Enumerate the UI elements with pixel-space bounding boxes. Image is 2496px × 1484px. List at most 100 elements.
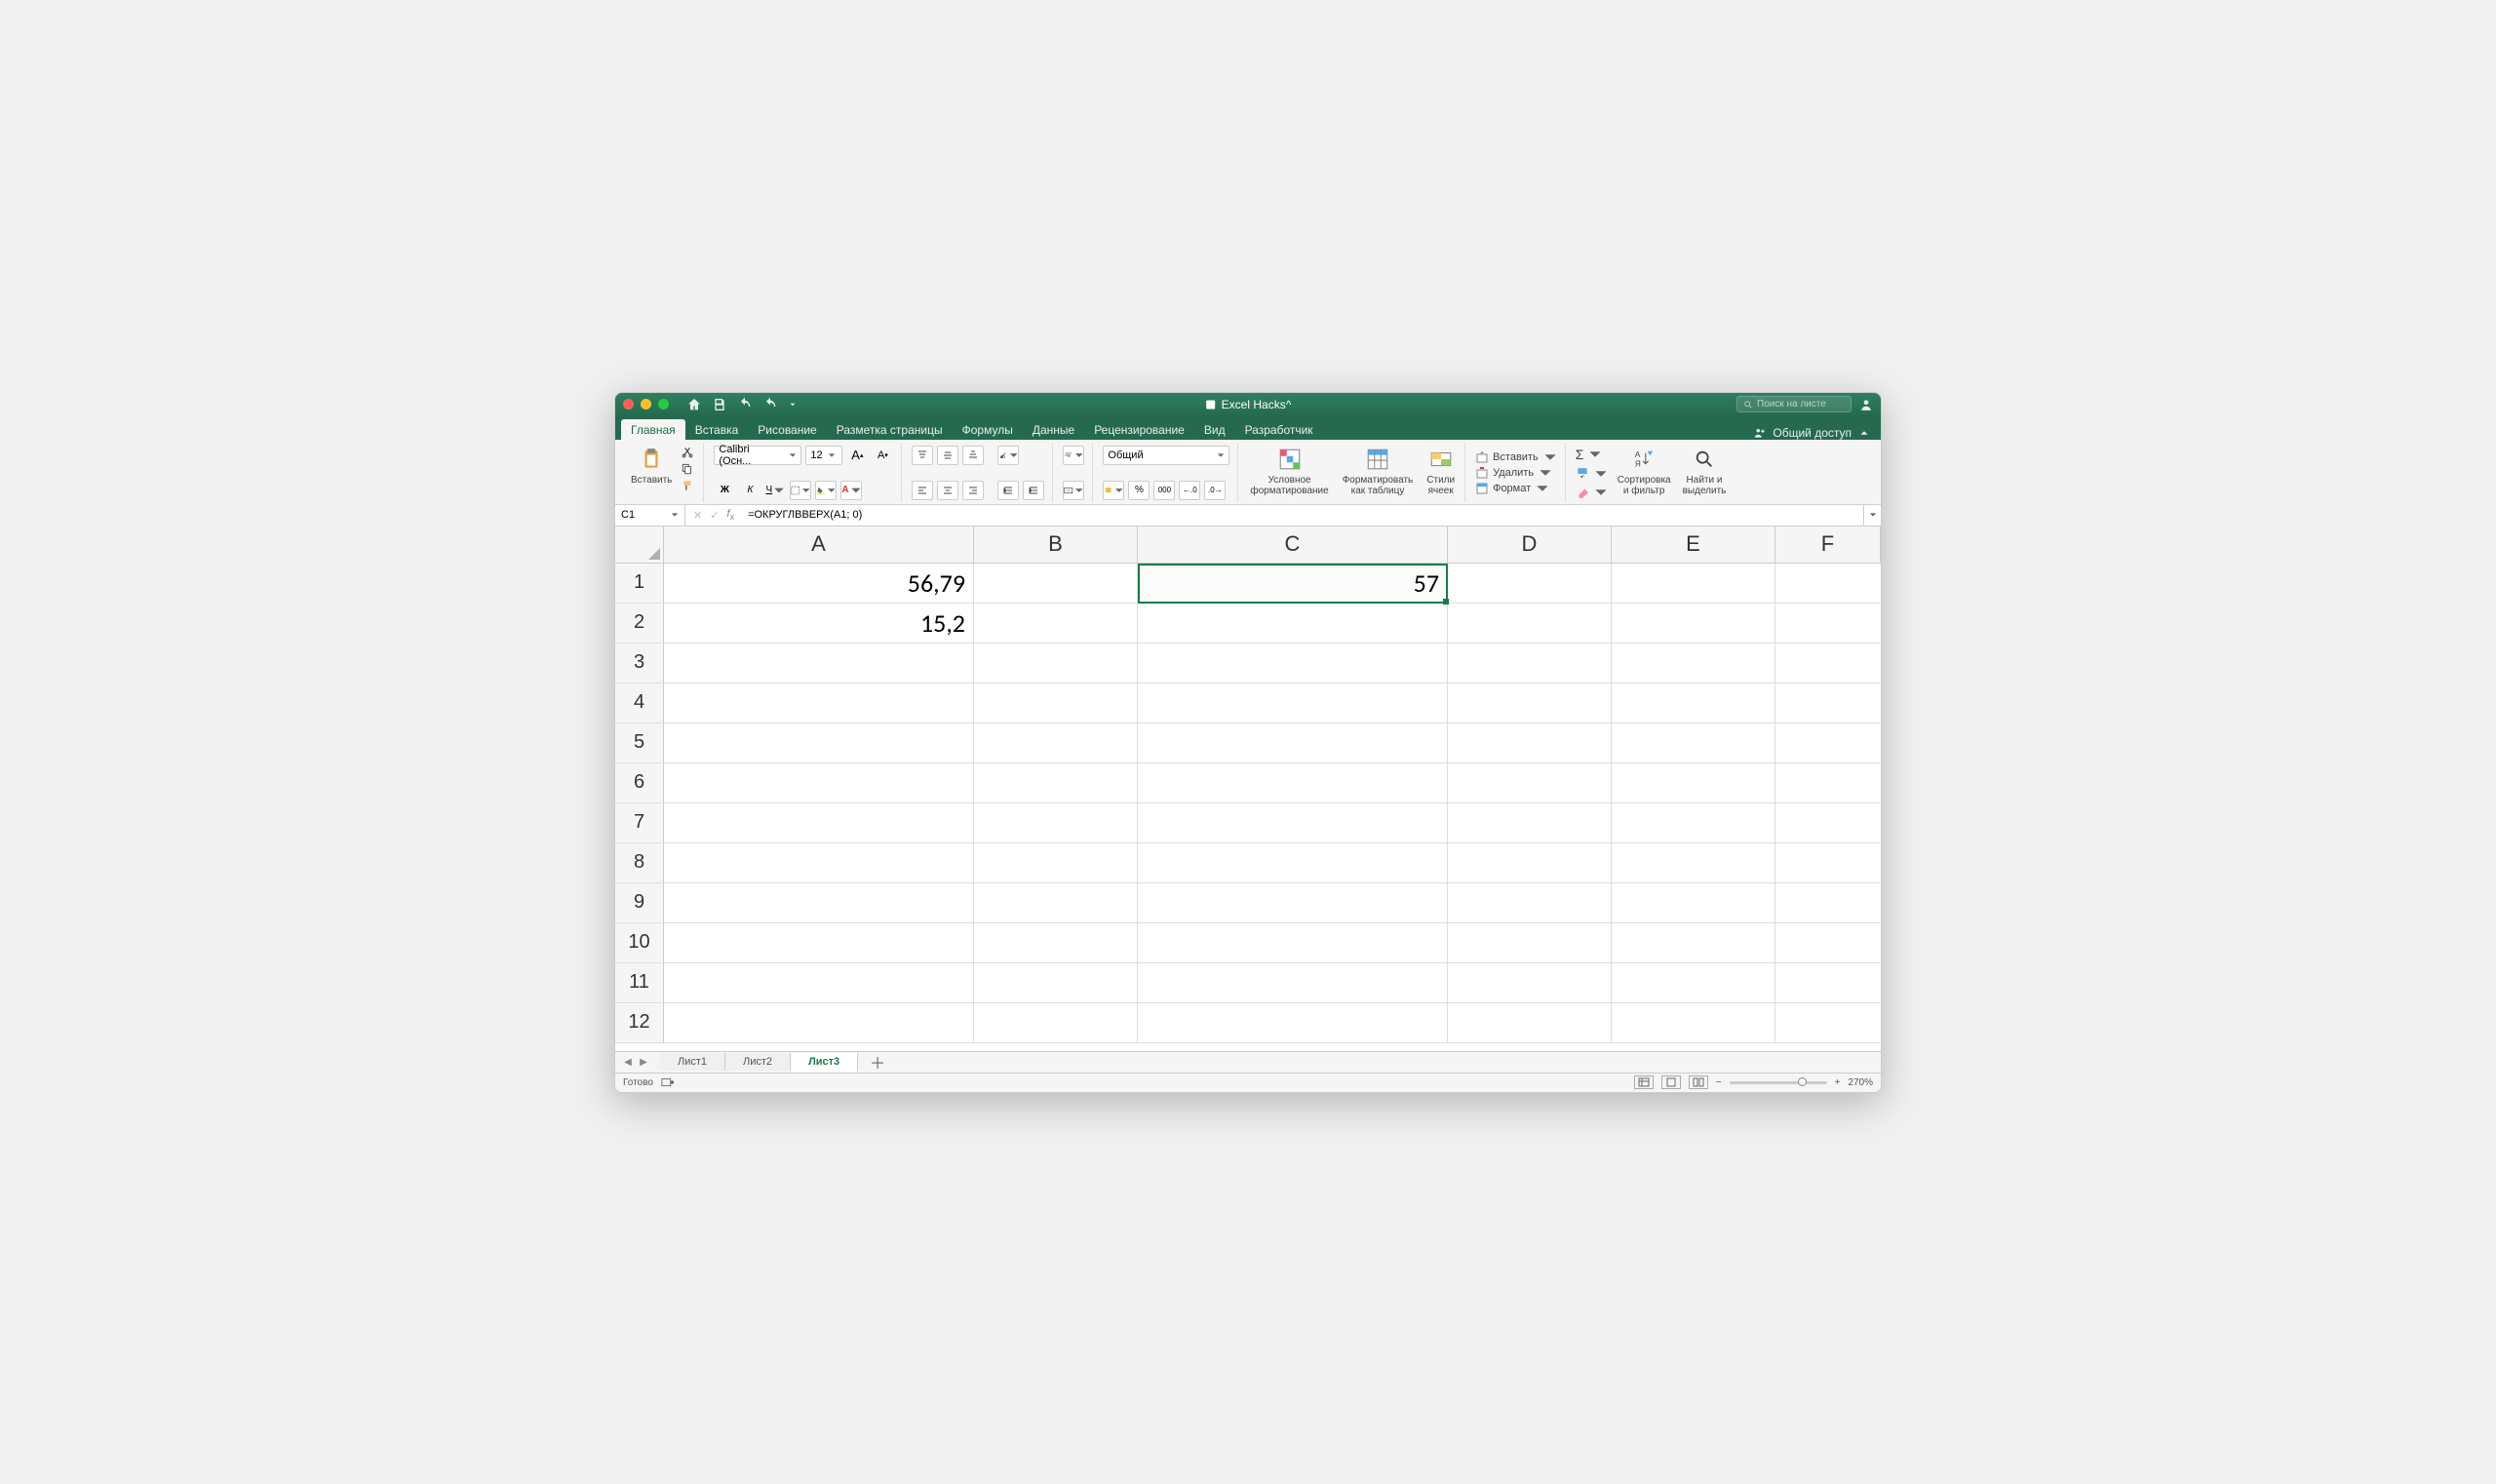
wrap-text-button[interactable] [1063, 446, 1084, 465]
align-middle-button[interactable] [937, 446, 958, 465]
borders-button[interactable] [790, 481, 811, 500]
percent-button[interactable]: % [1128, 481, 1150, 500]
view-pagelayout-button[interactable] [1661, 1075, 1681, 1089]
col-header-d[interactable]: D [1448, 527, 1612, 563]
cell[interactable] [1612, 803, 1775, 842]
maximize-window-button[interactable] [658, 399, 669, 410]
cell[interactable] [1138, 883, 1448, 922]
row-header[interactable]: 4 [615, 683, 664, 722]
cell[interactable] [1612, 723, 1775, 762]
undo-icon[interactable] [737, 397, 753, 412]
cell[interactable] [1448, 644, 1612, 683]
cell[interactable] [974, 723, 1138, 762]
insert-cells-button[interactable]: Вставить [1475, 449, 1557, 465]
cell[interactable] [1448, 883, 1612, 922]
expand-formula-bar[interactable] [1863, 505, 1881, 526]
add-sheet-button[interactable]: ＋ [858, 1047, 897, 1076]
sheet-nav-prev[interactable]: ◀ [621, 1055, 635, 1069]
col-header-a[interactable]: A [664, 527, 974, 563]
cell[interactable] [1448, 604, 1612, 643]
close-window-button[interactable] [623, 399, 634, 410]
row-header[interactable]: 9 [615, 883, 664, 922]
fill-button[interactable] [1576, 466, 1608, 482]
row-header[interactable]: 6 [615, 763, 664, 802]
copy-icon[interactable] [680, 462, 695, 476]
align-bottom-button[interactable] [962, 446, 984, 465]
cell-styles-button[interactable]: Стили ячеек [1424, 446, 1457, 496]
row-header[interactable]: 2 [615, 604, 664, 643]
font-color-button[interactable]: А [840, 481, 862, 500]
cell[interactable] [1775, 723, 1881, 762]
tab-data[interactable]: Данные [1023, 419, 1084, 440]
cell[interactable] [1775, 1003, 1881, 1042]
col-header-c[interactable]: C [1138, 527, 1448, 563]
align-right-button[interactable] [962, 481, 984, 500]
cell[interactable] [1612, 644, 1775, 683]
view-pagebreak-button[interactable] [1689, 1075, 1708, 1089]
worksheet-grid[interactable]: A B C D E F 156,7957215,23456789101112 [615, 527, 1881, 1051]
cell[interactable] [1775, 604, 1881, 643]
underline-button[interactable]: Ч [764, 481, 786, 500]
cell[interactable] [664, 683, 974, 722]
format-as-table-button[interactable]: Форматировать как таблицу [1341, 446, 1416, 496]
cell[interactable] [1612, 843, 1775, 882]
cell[interactable]: 15,2 [664, 604, 974, 643]
sheet-tab-1[interactable]: Лист1 [660, 1053, 725, 1071]
fx-icon[interactable]: fx [726, 508, 734, 522]
cell[interactable]: 56,79 [664, 564, 974, 603]
name-box[interactable]: C1 [615, 505, 685, 526]
save-icon[interactable] [712, 397, 727, 412]
cell[interactable] [1775, 883, 1881, 922]
cell[interactable] [664, 1003, 974, 1042]
collapse-ribbon-icon[interactable] [1857, 426, 1871, 440]
cell[interactable] [974, 763, 1138, 802]
merge-cells-button[interactable] [1063, 481, 1084, 500]
cell[interactable] [974, 843, 1138, 882]
cell[interactable] [1138, 963, 1448, 1002]
decrease-decimal-button[interactable]: .0→ [1204, 481, 1226, 500]
italic-button[interactable]: К [739, 481, 760, 500]
cell[interactable] [1775, 963, 1881, 1002]
macro-record-icon[interactable] [661, 1076, 675, 1088]
currency-button[interactable] [1103, 481, 1124, 500]
conditional-format-button[interactable]: Условное форматирование [1248, 446, 1330, 496]
row-header[interactable]: 7 [615, 803, 664, 842]
tab-formulas[interactable]: Формулы [953, 419, 1023, 440]
home-icon[interactable] [686, 397, 702, 412]
cell[interactable] [1138, 763, 1448, 802]
cell[interactable] [1612, 883, 1775, 922]
enter-formula-icon[interactable]: ✓ [710, 509, 719, 522]
cell[interactable] [974, 963, 1138, 1002]
cell[interactable] [1138, 1003, 1448, 1042]
cell[interactable] [1775, 564, 1881, 603]
cell[interactable] [664, 843, 974, 882]
tab-developer[interactable]: Разработчик [1235, 419, 1323, 440]
cell[interactable] [1612, 763, 1775, 802]
align-top-button[interactable] [912, 446, 933, 465]
cell[interactable] [1612, 923, 1775, 962]
cell[interactable] [1138, 923, 1448, 962]
cell[interactable] [1448, 843, 1612, 882]
align-left-button[interactable] [912, 481, 933, 500]
cell[interactable] [1448, 723, 1612, 762]
cut-icon[interactable] [680, 446, 695, 459]
row-header[interactable]: 1 [615, 564, 664, 603]
cell[interactable] [1612, 963, 1775, 1002]
row-header[interactable]: 12 [615, 1003, 664, 1042]
cell[interactable] [1612, 1003, 1775, 1042]
minimize-window-button[interactable] [641, 399, 651, 410]
cell[interactable] [1448, 923, 1612, 962]
cancel-formula-icon[interactable]: ✕ [693, 509, 702, 522]
increase-font-icon[interactable]: A▴ [846, 446, 868, 465]
cell[interactable] [1775, 923, 1881, 962]
orientation-button[interactable]: ab [997, 446, 1019, 465]
redo-icon[interactable] [762, 397, 778, 412]
share-button[interactable]: Общий доступ [1753, 426, 1875, 440]
tab-view[interactable]: Вид [1194, 419, 1235, 440]
cell[interactable] [1138, 843, 1448, 882]
cell[interactable] [974, 883, 1138, 922]
row-header[interactable]: 11 [615, 963, 664, 1002]
tab-home[interactable]: Главная [621, 419, 685, 440]
format-cells-button[interactable]: Формат [1475, 481, 1557, 496]
cell[interactable] [664, 763, 974, 802]
